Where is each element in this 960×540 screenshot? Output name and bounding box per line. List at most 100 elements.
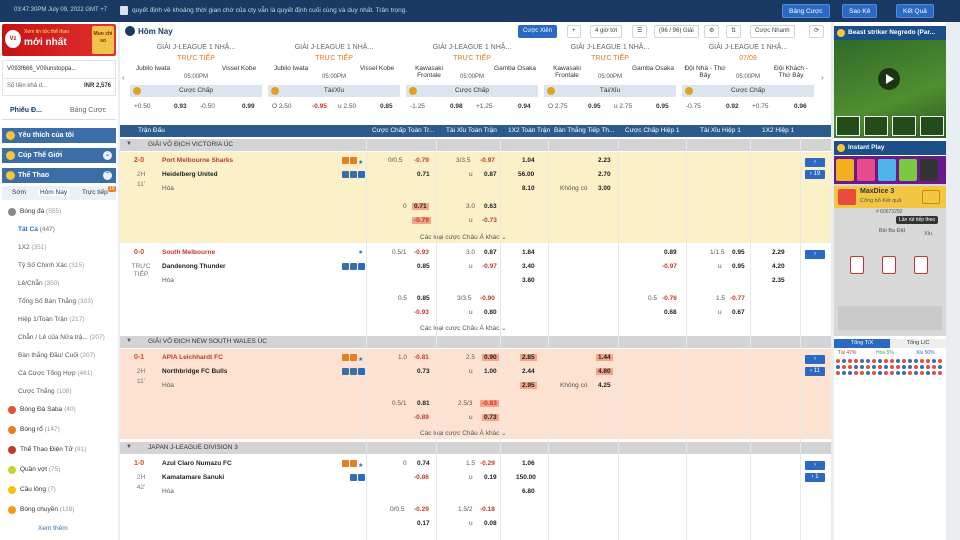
odds-cell[interactable]: 1.06 bbox=[522, 460, 535, 467]
odds-cell[interactable]: 3.00 bbox=[598, 185, 611, 192]
bet-type-item[interactable]: Bàn thắng Đầu/ Cuối (207) bbox=[18, 352, 95, 359]
featured-card[interactable]: GIẢI J-LEAGUE 1 NHẬ... Jubilo Iwata TRỰC T… bbox=[268, 43, 400, 123]
odds-cell[interactable]: 1.04 bbox=[522, 157, 535, 164]
info-icon[interactable] bbox=[358, 368, 365, 375]
sport-item[interactable]: Bóng rổ (147) bbox=[8, 426, 60, 434]
odds-cell[interactable]: -0.93 bbox=[414, 249, 429, 256]
statement-button[interactable]: Sao Kê bbox=[842, 4, 878, 18]
odds-cell[interactable]: 0.19 bbox=[484, 474, 497, 481]
section-world-cup[interactable]: Cúp Thế Giới ⌄ bbox=[2, 148, 116, 163]
thumbnail[interactable] bbox=[836, 116, 860, 136]
tab-bet-slip[interactable]: Phiếu Đ... bbox=[10, 107, 42, 114]
odds-cell[interactable]: 8.10 bbox=[522, 185, 535, 192]
card-odds[interactable]: 0.96 bbox=[794, 103, 807, 110]
bet-type-item[interactable]: Chẵn / Lẻ của Nửa trậ... (207) bbox=[18, 334, 105, 341]
odds-cell[interactable]: 0.73 bbox=[482, 414, 499, 421]
tab-early[interactable]: Sớm bbox=[12, 189, 26, 196]
odds-cell[interactable]: 1.84 bbox=[522, 249, 535, 256]
card-odds[interactable]: 0.99 bbox=[242, 103, 255, 110]
play-button-icon[interactable] bbox=[878, 68, 900, 90]
odds-cell[interactable]: 4.20 bbox=[772, 263, 785, 270]
info-icon[interactable] bbox=[358, 263, 365, 270]
odds-cell[interactable]: 0.71 bbox=[417, 171, 430, 178]
game-icon[interactable] bbox=[920, 159, 938, 181]
thumbnail[interactable] bbox=[864, 116, 888, 136]
video-header[interactable]: Beast striker Negredo (Par... bbox=[834, 26, 946, 40]
game-icon[interactable] bbox=[878, 159, 896, 181]
odds-cell[interactable]: -0.73 bbox=[482, 217, 497, 224]
odds-cell[interactable]: -0.29 bbox=[480, 460, 495, 467]
results-button[interactable]: Kết Quả bbox=[896, 4, 934, 18]
see-more-link[interactable]: Xem thêm bbox=[38, 525, 68, 532]
more-asian-bets-link[interactable]: Các loại cược Châu Á khác ⌄ bbox=[420, 233, 507, 241]
field-icon[interactable] bbox=[350, 171, 357, 178]
bet-grid[interactable] bbox=[838, 306, 942, 330]
instant-game[interactable]: MaxDice 3 Cổng bỏ Kết quả # 60673292 Lần… bbox=[834, 156, 946, 336]
odds-cell[interactable]: 0.95 bbox=[732, 263, 745, 270]
game-icon[interactable] bbox=[836, 159, 854, 181]
chevron-right-icon[interactable]: › bbox=[821, 73, 827, 89]
more-bets-button[interactable]: › bbox=[805, 355, 825, 364]
odds-cell[interactable]: -0.89 bbox=[414, 414, 429, 421]
odds-cell[interactable]: -0.18 bbox=[480, 506, 495, 513]
section-favorites[interactable]: Yêu thích của tôi bbox=[2, 128, 116, 143]
bet-type-item[interactable]: Tất Cả (447) bbox=[18, 226, 55, 233]
chevron-left-icon[interactable]: ‹ bbox=[122, 73, 128, 89]
add-button[interactable]: + bbox=[567, 25, 581, 38]
odds-cell[interactable]: 0.67 bbox=[732, 309, 745, 316]
odds-cell[interactable]: 2.35 bbox=[772, 277, 785, 284]
lineup-icon[interactable] bbox=[342, 368, 349, 375]
bet-type-item[interactable]: Tỷ Số Chính Xác (315) bbox=[18, 262, 84, 269]
card-odds[interactable]: 0.92 bbox=[726, 103, 739, 110]
refresh-icon[interactable]: ⟳ bbox=[809, 25, 825, 38]
tab-total-oe[interactable]: Tổng L/C bbox=[890, 339, 946, 348]
odds-cell[interactable]: -0.97 bbox=[480, 157, 495, 164]
odds-cell[interactable]: 2.44 bbox=[522, 368, 535, 375]
odds-cell[interactable]: 0.63 bbox=[484, 203, 497, 210]
odds-cell[interactable]: 0.74 bbox=[417, 460, 430, 467]
more-bets-count[interactable]: › 11 bbox=[805, 367, 825, 376]
odds-cell[interactable]: 150.00 bbox=[516, 474, 536, 481]
bet-type-item[interactable]: Cá Cược Tổng Hợp (461) bbox=[18, 370, 93, 377]
game-icon[interactable] bbox=[899, 159, 917, 181]
odds-cell[interactable]: -0.79 bbox=[412, 217, 431, 224]
odds-cell[interactable]: -0.97 bbox=[482, 263, 497, 270]
odds-cell[interactable]: -0.77 bbox=[730, 295, 745, 302]
sport-item[interactable]: Bóng chuyền (118) bbox=[8, 506, 74, 514]
odds-format-icon[interactable]: ⇅ bbox=[726, 25, 742, 38]
odds-cell[interactable]: 4.80 bbox=[596, 368, 613, 375]
info-icon[interactable] bbox=[358, 474, 365, 481]
field-icon[interactable] bbox=[350, 263, 357, 270]
odds-cell[interactable]: 0.87 bbox=[484, 171, 497, 178]
bet-type-item[interactable]: Tổng Số Bàn Thắng (303) bbox=[18, 298, 93, 305]
odds-cell[interactable]: 2.23 bbox=[598, 157, 611, 164]
stats-icon[interactable] bbox=[350, 157, 357, 164]
tab-today[interactable]: Hôm Nay bbox=[38, 189, 70, 196]
odds-cell[interactable]: -0.79 bbox=[414, 157, 429, 164]
odds-cell[interactable]: 1.00 bbox=[484, 368, 497, 375]
tv-icon[interactable] bbox=[342, 460, 349, 467]
sport-football[interactable]: Bóng đá (555) bbox=[8, 208, 61, 216]
odds-cell[interactable]: 0.90 bbox=[482, 354, 499, 361]
odds-cell[interactable]: 2.95 bbox=[520, 382, 537, 389]
bet-type-item[interactable]: 1X2 (351) bbox=[18, 244, 47, 251]
star-icon[interactable]: ★ bbox=[358, 159, 365, 166]
odds-cell[interactable]: 0.08 bbox=[484, 520, 497, 527]
field-icon[interactable] bbox=[350, 474, 357, 481]
instant-play-header[interactable]: Instant Play bbox=[834, 141, 946, 155]
menu-icon[interactable] bbox=[120, 6, 128, 15]
odds-cell[interactable]: 0.85 bbox=[417, 263, 430, 270]
odds-cell[interactable]: 56.00 bbox=[518, 171, 534, 178]
sport-item[interactable]: Cầu lông (7) bbox=[8, 486, 56, 494]
user-id[interactable]: V093f666_V09unstoppa... bbox=[7, 66, 76, 72]
card-odds[interactable]: -0.95 bbox=[312, 103, 327, 110]
star-icon[interactable]: ★ bbox=[358, 249, 365, 256]
star-icon[interactable]: ★ bbox=[358, 462, 365, 469]
odds-cell[interactable]: 0.73 bbox=[417, 368, 430, 375]
bet-type-item[interactable]: Cược Thắng (108) bbox=[18, 388, 72, 395]
news-banner[interactable]: Vz Xem tin tức thể thao mới nhất Mun chi… bbox=[2, 24, 116, 56]
tv-icon[interactable] bbox=[342, 157, 349, 164]
filter-icon[interactable]: ⚙ bbox=[704, 25, 720, 38]
more-bets-button[interactable]: › bbox=[805, 461, 825, 470]
odds-cell[interactable]: -0.93 bbox=[414, 309, 429, 316]
